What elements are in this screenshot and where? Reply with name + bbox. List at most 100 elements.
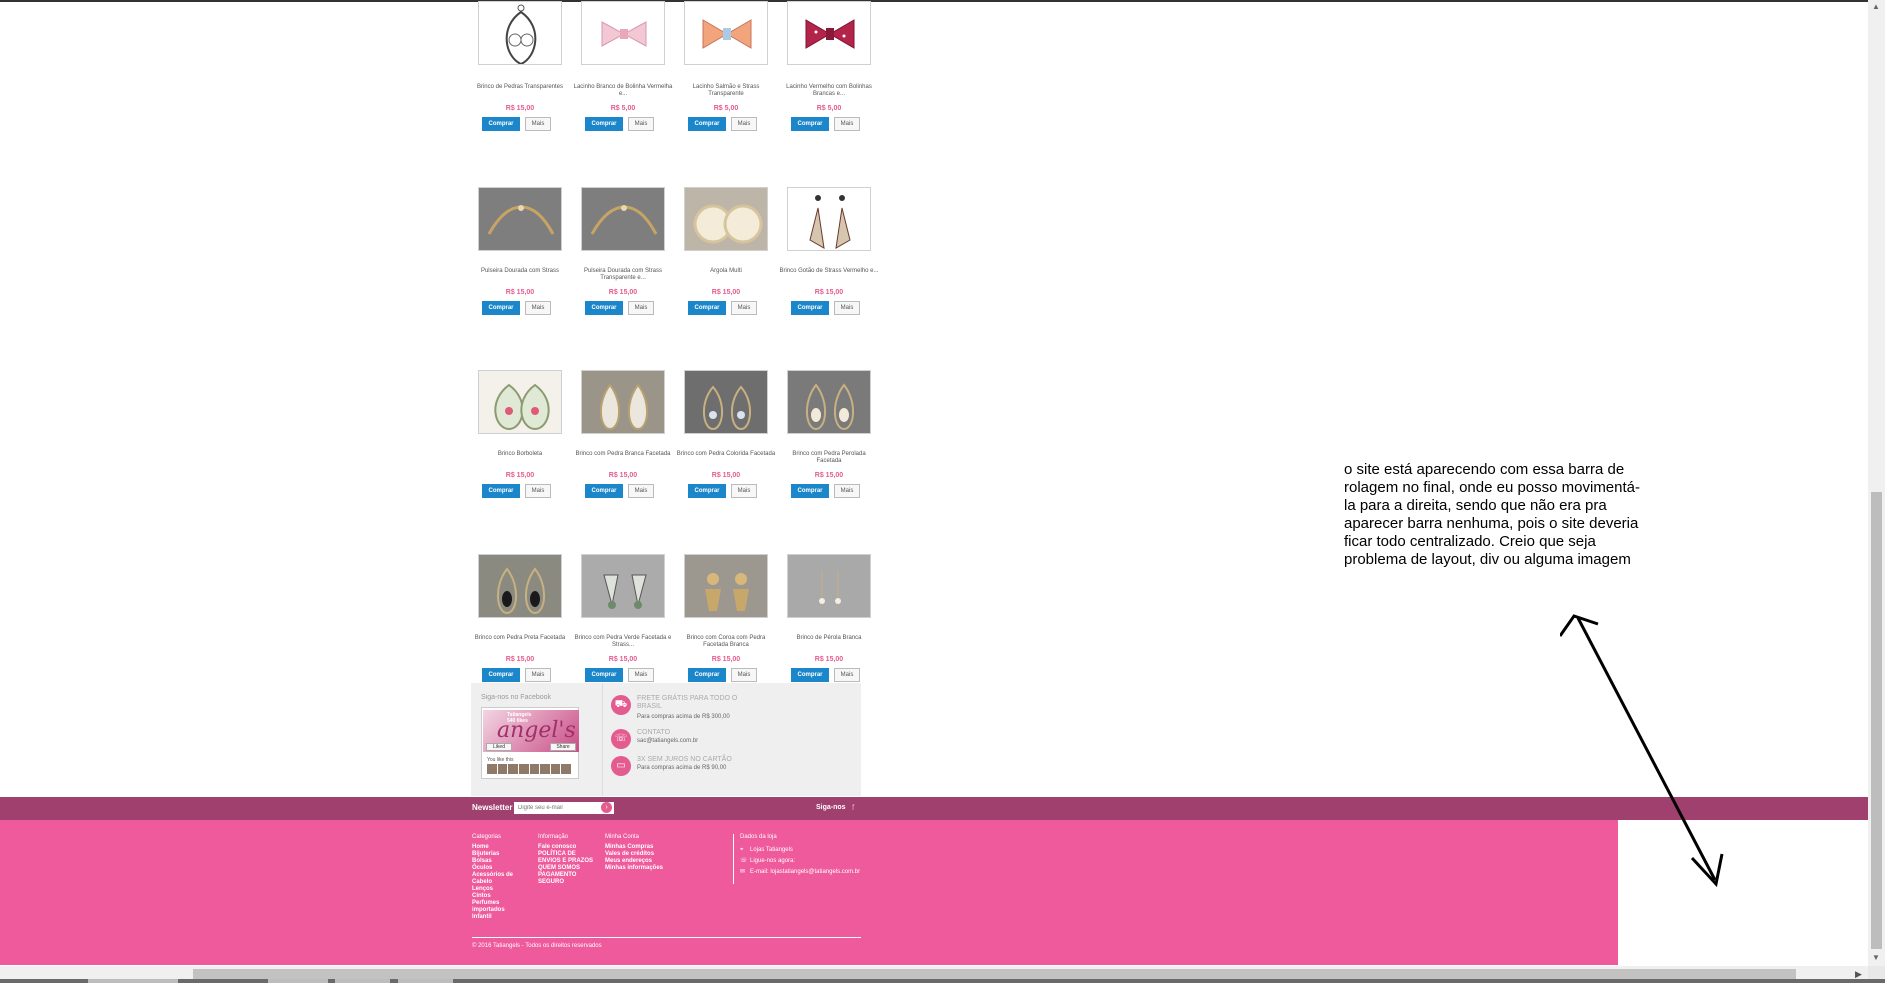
buy-button[interactable]: Comprar (585, 117, 623, 131)
footer-category-link[interactable]: Home (472, 844, 532, 851)
product-image[interactable] (581, 370, 665, 434)
facebook-share-button[interactable]: Share (550, 743, 576, 751)
footer-account: Minha Conta Minhas Compras Vales de crédi… (605, 834, 665, 872)
product-name[interactable]: Argola Multi (676, 268, 776, 275)
product-image[interactable] (787, 1, 871, 65)
product-image[interactable] (787, 554, 871, 618)
product-image[interactable] (787, 187, 871, 251)
browser-viewport: Brinco de Pedras Transparentes R$ 15,00 Co… (0, 0, 1885, 983)
footer-category-link[interactable]: Óculos (472, 865, 532, 872)
product-name[interactable]: Lacinho Salmão e Strass Transparente (676, 84, 776, 98)
product-image[interactable] (478, 370, 562, 434)
more-button[interactable]: Mais (628, 301, 654, 315)
product-name[interactable]: Lacinho Vermelho com Bolinhas Brancas e.… (779, 84, 879, 98)
more-button[interactable]: Mais (731, 301, 757, 315)
product-name[interactable]: Brinco de Pedras Transparentes (470, 84, 570, 91)
product-image[interactable] (581, 554, 665, 618)
facebook-like-button[interactable]: Liked (486, 743, 512, 751)
footer-information-link[interactable]: QUEM SOMOS (538, 865, 598, 872)
product-name[interactable]: Brinco com Pedra Branca Facetada (573, 451, 673, 458)
footer-account-link[interactable]: Meus endereços (605, 858, 665, 865)
more-button[interactable]: Mais (834, 301, 860, 315)
vertical-scroll-thumb[interactable] (1871, 492, 1882, 949)
newsletter-email-input[interactable] (514, 802, 614, 814)
product-image[interactable] (478, 554, 562, 618)
more-button[interactable]: Mais (525, 484, 551, 498)
more-button[interactable]: Mais (525, 301, 551, 315)
footer-category-link[interactable]: Bijuterias (472, 851, 532, 858)
buy-button[interactable]: Comprar (482, 484, 520, 498)
copyright: © 2016 Tatiangels - Todos os direitos re… (472, 943, 602, 949)
more-button[interactable]: Mais (628, 484, 654, 498)
newsletter-submit-button[interactable]: › (601, 802, 612, 813)
buy-button[interactable]: Comprar (482, 301, 520, 315)
more-button[interactable]: Mais (834, 668, 860, 682)
product-name[interactable]: Brinco com Pedra Colorida Facetada (676, 451, 776, 458)
more-button[interactable]: Mais (525, 668, 551, 682)
product-name[interactable]: Brinco com Coroa com Pedra Facetada Bran… (676, 635, 776, 649)
footer-category-link[interactable]: Acessórios de Cabelo (472, 872, 532, 886)
footer-account-link[interactable]: Vales de créditos (605, 851, 665, 858)
vertical-scrollbar[interactable]: ▲ ▼ (1868, 0, 1885, 966)
facebook-friends-thumbs (487, 764, 571, 774)
buy-button[interactable]: Comprar (482, 668, 520, 682)
mail-icon: ✉ (740, 869, 746, 875)
product-image[interactable] (684, 1, 768, 65)
buy-button[interactable]: Comprar (791, 117, 829, 131)
more-button[interactable]: Mais (525, 117, 551, 131)
facebook-icon[interactable]: f (852, 803, 854, 812)
product-image[interactable] (581, 1, 665, 65)
more-button[interactable]: Mais (731, 117, 757, 131)
more-button[interactable]: Mais (834, 117, 860, 131)
more-button[interactable]: Mais (628, 117, 654, 131)
buy-button[interactable]: Comprar (482, 117, 520, 131)
product-name[interactable]: Brinco com Pedra Perolada Facetada (779, 451, 879, 465)
footer-category-link[interactable]: Cintos (472, 893, 532, 900)
footer-account-link[interactable]: Minhas Compras (605, 844, 665, 851)
buy-button[interactable]: Comprar (688, 484, 726, 498)
scroll-up-icon[interactable]: ▲ (1872, 2, 1880, 11)
product-name[interactable]: Pulseira Dourada com Strass (470, 268, 570, 275)
more-button[interactable]: Mais (731, 668, 757, 682)
buy-button[interactable]: Comprar (585, 484, 623, 498)
product-image[interactable] (478, 1, 562, 65)
buy-button[interactable]: Comprar (688, 117, 726, 131)
more-button[interactable]: Mais (834, 484, 860, 498)
buy-button[interactable]: Comprar (791, 484, 829, 498)
buy-button[interactable]: Comprar (585, 301, 623, 315)
product-name[interactable]: Brinco Gotão de Strass Vermelho e... (779, 268, 879, 275)
buy-button[interactable]: Comprar (791, 668, 829, 682)
scroll-down-icon[interactable]: ▼ (1872, 953, 1880, 962)
product-name[interactable]: Pulseira Dourada com Strass Transparente… (573, 268, 673, 282)
footer-information-link[interactable]: PAGAMENTO SEGURO (538, 872, 598, 886)
card-icon: ▭ (611, 756, 631, 776)
footer-information-link[interactable]: Fale conosco (538, 844, 598, 851)
product-image[interactable] (581, 187, 665, 251)
footer-category-link[interactable]: Bolsas (472, 858, 532, 865)
phone-icon: ☏ (611, 729, 631, 749)
buy-button[interactable]: Comprar (688, 301, 726, 315)
product-image[interactable] (478, 187, 562, 251)
more-button[interactable]: Mais (628, 668, 654, 682)
product-image[interactable] (787, 370, 871, 434)
buy-button[interactable]: Comprar (688, 668, 726, 682)
footer-information: Informação Fale conosco POLÍTICA DE ENVIO… (538, 834, 598, 886)
footer-category-link[interactable]: Lenços (472, 886, 532, 893)
product-image[interactable] (684, 554, 768, 618)
product-name[interactable]: Brinco com Pedra Verde Facetada e Strass… (573, 635, 673, 649)
more-button[interactable]: Mais (731, 484, 757, 498)
buy-button[interactable]: Comprar (791, 301, 829, 315)
buy-button[interactable]: Comprar (585, 668, 623, 682)
product-image[interactable] (684, 187, 768, 251)
footer-account-link[interactable]: Minhas informações (605, 865, 665, 872)
footer-category-link[interactable]: Infantil (472, 914, 532, 921)
facebook-page-box[interactable]: angel's Tatiangels 540 likes Liked Share… (481, 707, 579, 779)
shop-email[interactable]: E-mail: lojastatiangels@tatiangels.com.b… (750, 869, 860, 875)
product-name[interactable]: Brinco de Pérola Branca (779, 635, 879, 642)
product-image[interactable] (684, 370, 768, 434)
footer-information-link[interactable]: POLÍTICA DE ENVIOS E PRAZOS (538, 851, 598, 865)
product-name[interactable]: Brinco com Pedra Preta Facetada (470, 635, 570, 642)
footer-category-link[interactable]: Perfumes importados (472, 900, 532, 914)
product-name[interactable]: Lacinho Branco de Bolinha Vermelha e... (573, 84, 673, 98)
product-name[interactable]: Brinco Borboleta (470, 451, 570, 458)
